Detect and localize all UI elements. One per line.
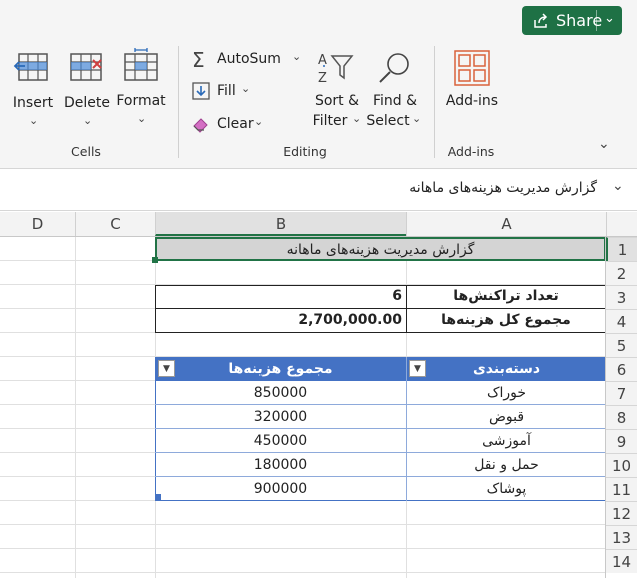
format-button[interactable]: Format ⌄ (114, 48, 168, 125)
row-header[interactable]: 8 (606, 405, 637, 429)
autosum-button[interactable]: Σ AutoSum ⌄ (190, 48, 308, 72)
sort-label-line2: Filter (312, 113, 348, 129)
table-row-total[interactable]: 900000 (155, 477, 406, 501)
sort-label-line1: Sort & (314, 93, 360, 109)
clear-label: Clear (217, 116, 254, 132)
row-header[interactable]: 6 (606, 357, 637, 381)
row-header[interactable]: 14 (606, 549, 637, 573)
total-expense-label[interactable]: مجموع کل هزینه‌ها (407, 309, 605, 332)
row-header[interactable]: 11 (606, 477, 637, 501)
table-row-total[interactable]: 320000 (155, 405, 406, 429)
find-label-line2: Select (366, 113, 410, 129)
row-header[interactable]: 12 (606, 501, 637, 525)
row-header[interactable]: 1 (606, 237, 637, 261)
table-row-total[interactable]: 180000 (155, 453, 406, 477)
delete-button[interactable]: Delete ⌄ (62, 48, 112, 127)
column-header-bar: D C B A (0, 212, 637, 237)
sort-filter-icon: A Z (318, 53, 354, 86)
svg-text:Z: Z (318, 71, 327, 86)
cells-group-label: Cells (71, 144, 101, 159)
share-dropdown-chevron-icon[interactable]: ⌄ (604, 11, 615, 26)
add-ins-group-label: Add-ins (447, 144, 495, 159)
sigma-icon: Σ (192, 48, 205, 72)
share-button[interactable]: Share ⌄ (522, 6, 622, 35)
find-label-line1: Find & (372, 93, 418, 109)
row-header[interactable]: 13 (606, 525, 637, 549)
transaction-count-value[interactable]: 6 (156, 285, 402, 308)
table-row-total[interactable]: 850000 (155, 381, 406, 405)
transaction-count-label[interactable]: تعداد تراکنش‌ها (407, 285, 605, 308)
row-header[interactable]: 2 (606, 261, 637, 285)
eraser-icon (193, 118, 208, 133)
table-row-total[interactable]: 450000 (155, 429, 406, 453)
row-header[interactable]: 9 (606, 429, 637, 453)
table-header-total[interactable]: مجموع هزینه‌ها (155, 357, 406, 381)
autosum-chevron-icon: ⌄ (292, 50, 302, 63)
table-row-category[interactable]: قبوض (407, 405, 606, 429)
sheet-grid[interactable]: گزارش مدیریت هزینه‌های ماهانه تعداد تراک… (0, 237, 606, 578)
column-header-d[interactable]: D (0, 212, 75, 236)
select-all-corner[interactable] (606, 212, 637, 236)
ribbon-separator (178, 46, 179, 158)
formula-bar-value[interactable]: گزارش مدیریت هزینه‌های ماهانه (409, 180, 597, 196)
add-ins-button[interactable]: Add-ins (442, 48, 502, 118)
collapse-ribbon-chevron-icon[interactable]: ⌄ (598, 136, 610, 152)
clear-chevron-icon: ⌄ (254, 115, 264, 128)
add-ins-label: Add-ins (445, 93, 499, 109)
column-header-c[interactable]: C (75, 212, 155, 236)
share-divider (596, 10, 597, 31)
share-icon (534, 12, 548, 28)
fill-button[interactable]: Fill ⌄ (190, 80, 260, 104)
row-header-divider (605, 237, 606, 578)
row-header[interactable]: 5 (606, 333, 637, 357)
insert-cells-icon (13, 53, 48, 81)
ribbon-separator (434, 46, 435, 158)
formula-bar[interactable]: گزارش مدیریت هزینه‌های ماهانه ⌄ (0, 170, 637, 211)
table-resize-handle[interactable] (155, 494, 161, 500)
table-header-category[interactable]: دسته‌بندی (407, 357, 606, 381)
svg-text:A: A (318, 53, 327, 68)
expand-formula-bar-chevron-icon[interactable]: ⌄ (612, 178, 624, 194)
delete-chevron-icon: ⌄ (83, 114, 93, 127)
format-cells-icon (124, 48, 158, 81)
table-row-category[interactable]: خوراک (407, 381, 606, 405)
editing-group-label: Editing (283, 144, 327, 159)
format-chevron-icon: ⌄ (137, 112, 147, 125)
format-label: Format (116, 93, 166, 109)
column-header-a[interactable]: A (406, 212, 606, 236)
find-select-button[interactable]: Find & Select ⌄ (366, 48, 424, 129)
find-chevron-icon: ⌄ (412, 112, 422, 125)
fill-down-icon (192, 82, 210, 100)
column-header-b[interactable]: B (155, 212, 406, 236)
total-expense-value[interactable]: 2,700,000.00 (156, 309, 402, 332)
row-header[interactable]: 3 (606, 285, 637, 309)
fill-handle[interactable] (152, 257, 158, 263)
delete-cells-icon (70, 53, 102, 81)
table-row-category[interactable]: حمل و نقل (407, 453, 606, 477)
sort-chevron-icon: ⌄ (352, 112, 362, 125)
insert-label: Insert (12, 95, 54, 111)
filter-dropdown-icon[interactable]: ▼ (409, 360, 426, 377)
delete-label: Delete (64, 95, 110, 111)
filter-dropdown-icon[interactable]: ▼ (158, 360, 175, 377)
row-header[interactable]: 10 (606, 453, 637, 477)
table-row-category[interactable]: پوشاک (407, 477, 606, 501)
report-title-cell[interactable]: گزارش مدیریت هزینه‌های ماهانه (155, 237, 606, 261)
ribbon: Insert ⌄ Delete ⌄ Format ⌄ Cells Σ AutoS… (0, 40, 637, 169)
fill-label: Fill (217, 83, 236, 99)
insert-chevron-icon: ⌄ (29, 114, 39, 127)
table-row-category[interactable]: آموزشی (407, 429, 606, 453)
clear-button[interactable]: Clear ⌄ (190, 112, 270, 136)
add-ins-grid-icon (454, 50, 490, 86)
row-header[interactable]: 4 (606, 309, 637, 333)
fill-chevron-icon: ⌄ (241, 82, 251, 95)
row-header[interactable]: 7 (606, 381, 637, 405)
autosum-label: AutoSum (217, 51, 281, 67)
sort-filter-button[interactable]: A Z Sort & Filter ⌄ (312, 48, 362, 129)
magnifier-icon (379, 53, 409, 83)
insert-button[interactable]: Insert ⌄ (8, 48, 58, 127)
